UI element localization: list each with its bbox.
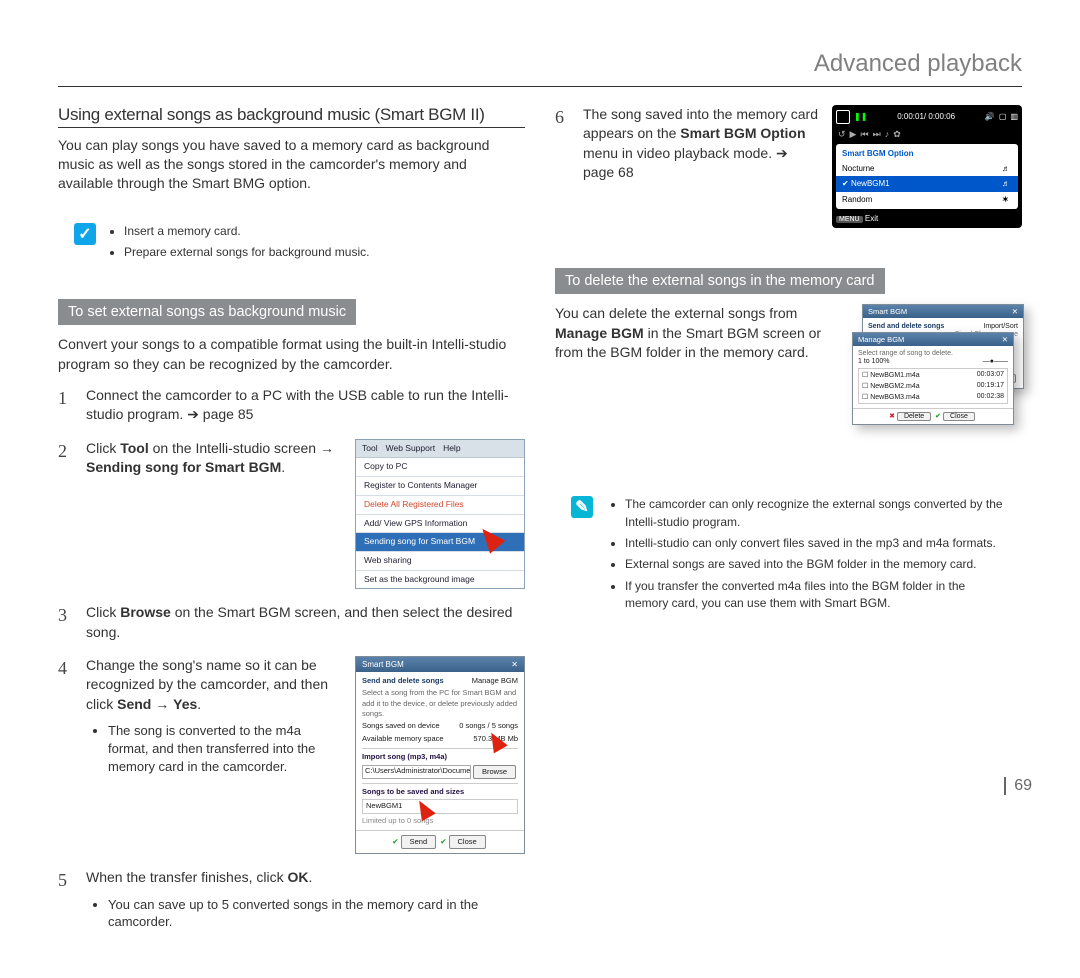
intro-text: You can play songs you have saved to a m… — [58, 136, 525, 193]
section-bar-delete-external: To delete the external songs in the memo… — [555, 268, 885, 294]
note-item: The camcorder can only recognize the ext… — [625, 496, 1006, 531]
manage-bgm-dialog-screenshot: Smart BGM✕ Send and delete songsImport/S… — [852, 304, 1022, 454]
camera-icon — [836, 110, 850, 124]
page-title: Advanced playback — [58, 50, 1022, 78]
note-item: Prepare external songs for background mu… — [124, 244, 369, 261]
volume-icon: 🔊 — [985, 111, 995, 122]
step-5: When the transfer finishes, click OK. Yo… — [58, 868, 525, 934]
note-item: Insert a memory card. — [124, 223, 369, 240]
battery-icon: ▥ — [1010, 111, 1018, 122]
step-2: Click Tool on the Intelli-studio screen … — [58, 439, 525, 590]
note-box-restrictions: ✎ The camcorder can only recognize the e… — [555, 484, 1022, 628]
divider-top — [58, 86, 1022, 87]
note-item: External songs are saved into the BGM fo… — [625, 556, 1006, 573]
convert-text: Convert your songs to a compatible forma… — [58, 335, 525, 374]
delete-text: You can delete the external songs from M… — [555, 304, 840, 362]
pencil-note-icon: ✎ — [571, 496, 593, 518]
note-item: Intelli-studio can only convert files sa… — [625, 535, 1006, 552]
section-title-using-external-songs: Using external songs as background music… — [58, 105, 525, 128]
step4-bullet: The song is converted to the m4a format,… — [108, 722, 343, 776]
step-3: Click Browse on the Smart BGM screen, an… — [58, 603, 525, 642]
step5-bullet: You can save up to 5 converted songs in … — [108, 896, 525, 932]
step-6: The song saved into the memory card appe… — [555, 105, 1022, 228]
note-item: If you transfer the converted m4a files … — [625, 578, 1006, 613]
note-box-preparation: ✓ Insert a memory card. Prepare external… — [58, 211, 525, 278]
camcorder-osd-screenshot: ❚❚ 0:00:01/ 0:00:06 🔊 ▢ ▥ ↺▶⏮⏭♪✿ Smart B… — [832, 105, 1022, 228]
card-icon: ▢ — [999, 111, 1007, 122]
check-icon: ✓ — [74, 223, 96, 245]
page-number: 69 — [1004, 777, 1032, 795]
intelli-studio-menu-screenshot: Tool Web Support Help Copy to PC Registe… — [355, 439, 525, 590]
step-1: Connect the camcorder to a PC with the U… — [58, 386, 525, 425]
section-bar-set-external: To set external songs as background musi… — [58, 299, 356, 325]
